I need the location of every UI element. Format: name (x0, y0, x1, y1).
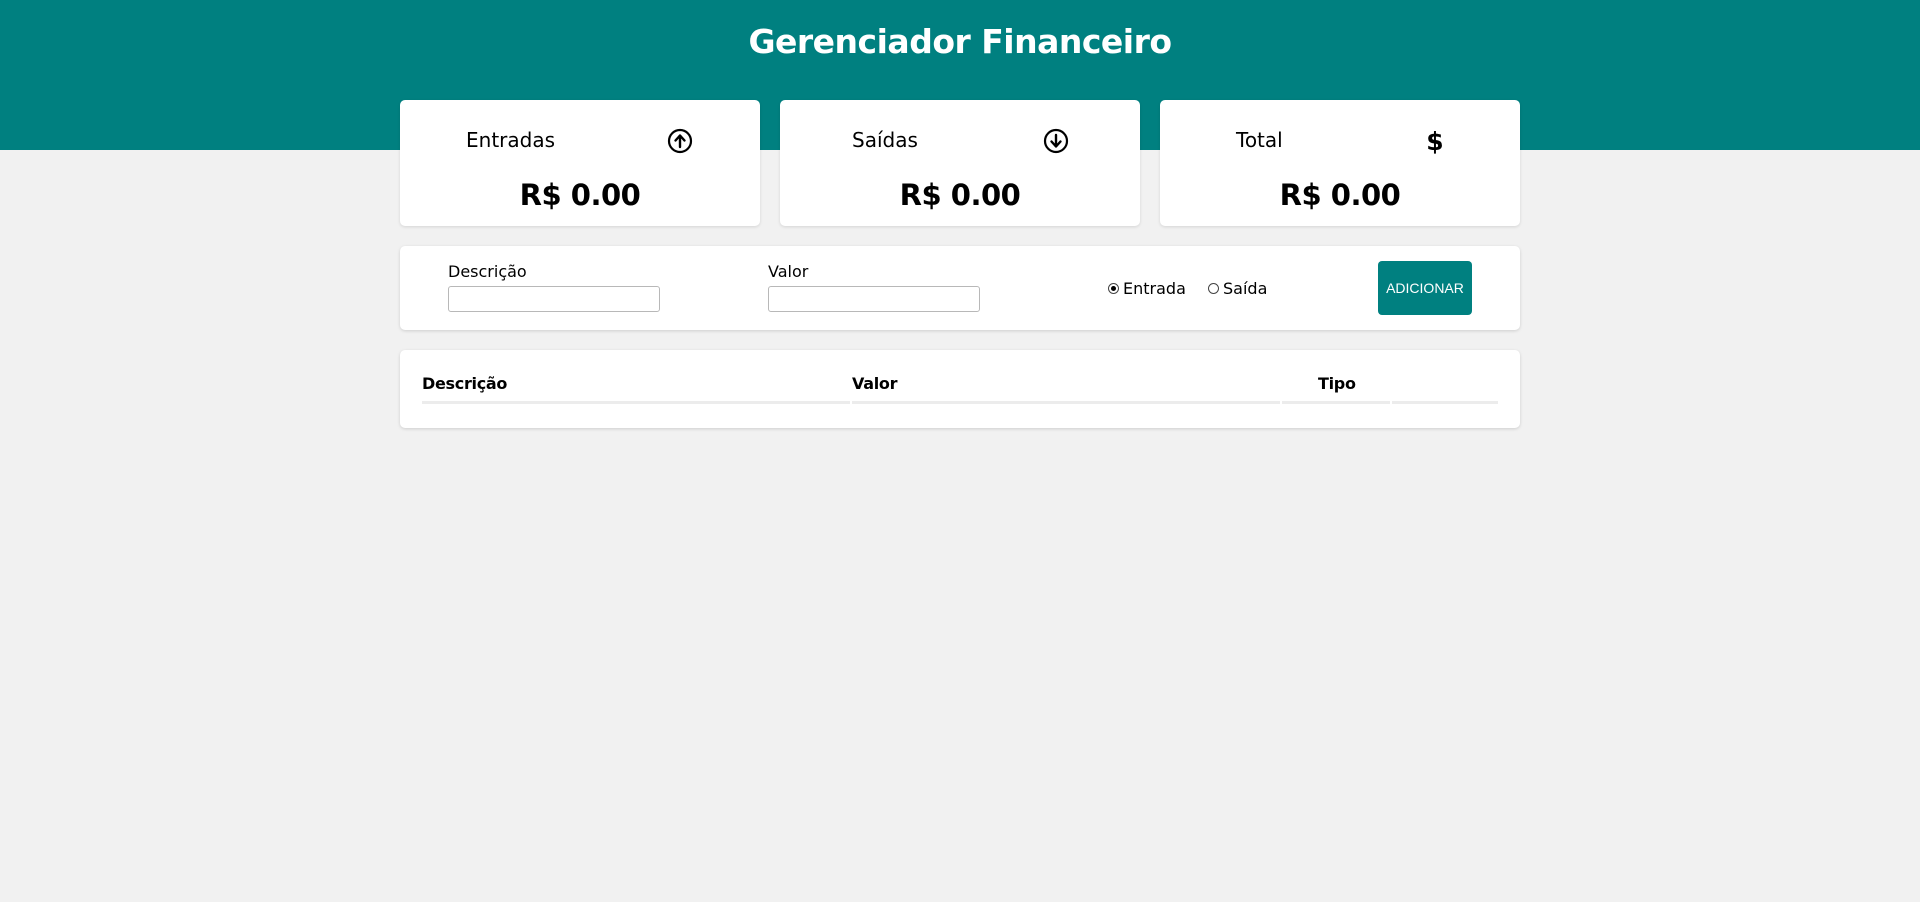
radio-entrada-button[interactable] (1108, 283, 1119, 294)
summary-card-entradas: Entradas R$ 0.00 (400, 100, 760, 226)
column-header-tipo: Tipo (1318, 374, 1356, 393)
total-label: Total (1236, 128, 1283, 152)
svg-text:$: $ (1426, 128, 1443, 154)
transactions-table: Descrição Valor Tipo (400, 350, 1520, 428)
header-divider (852, 401, 1280, 404)
valor-input[interactable] (768, 286, 980, 312)
descricao-label: Descrição (448, 262, 527, 281)
header-divider (1282, 401, 1390, 404)
header-divider (1392, 401, 1498, 404)
radio-entrada-label[interactable]: Entrada (1123, 279, 1186, 298)
radio-saida[interactable]: Saída (1208, 279, 1267, 298)
arrow-up-circle-icon (667, 128, 693, 154)
add-button[interactable]: ADICIONAR (1378, 261, 1472, 315)
radio-saida-button[interactable] (1208, 283, 1219, 294)
transaction-form: Descrição Valor Entrada Saída ADICIONAR (400, 246, 1520, 330)
header-divider (422, 401, 850, 404)
summary-card-saidas: Saídas R$ 0.00 (780, 100, 1140, 226)
column-header-valor: Valor (852, 374, 898, 393)
arrow-down-circle-icon (1043, 128, 1069, 154)
entradas-label: Entradas (466, 128, 556, 152)
descricao-input[interactable] (448, 286, 660, 312)
summary-card-total: Total $ R$ 0.00 (1160, 100, 1520, 226)
radio-entrada[interactable]: Entrada (1108, 279, 1186, 298)
page-title: Gerenciador Financeiro (748, 22, 1172, 61)
total-value: R$ 0.00 (1279, 178, 1401, 212)
column-header-descricao: Descrição (422, 374, 508, 393)
saidas-value: R$ 0.00 (899, 178, 1021, 212)
radio-saida-label[interactable]: Saída (1223, 279, 1267, 298)
valor-label: Valor (768, 262, 809, 281)
dollar-icon: $ (1422, 127, 1448, 156)
saidas-label: Saídas (852, 128, 918, 152)
entradas-value: R$ 0.00 (519, 178, 641, 212)
